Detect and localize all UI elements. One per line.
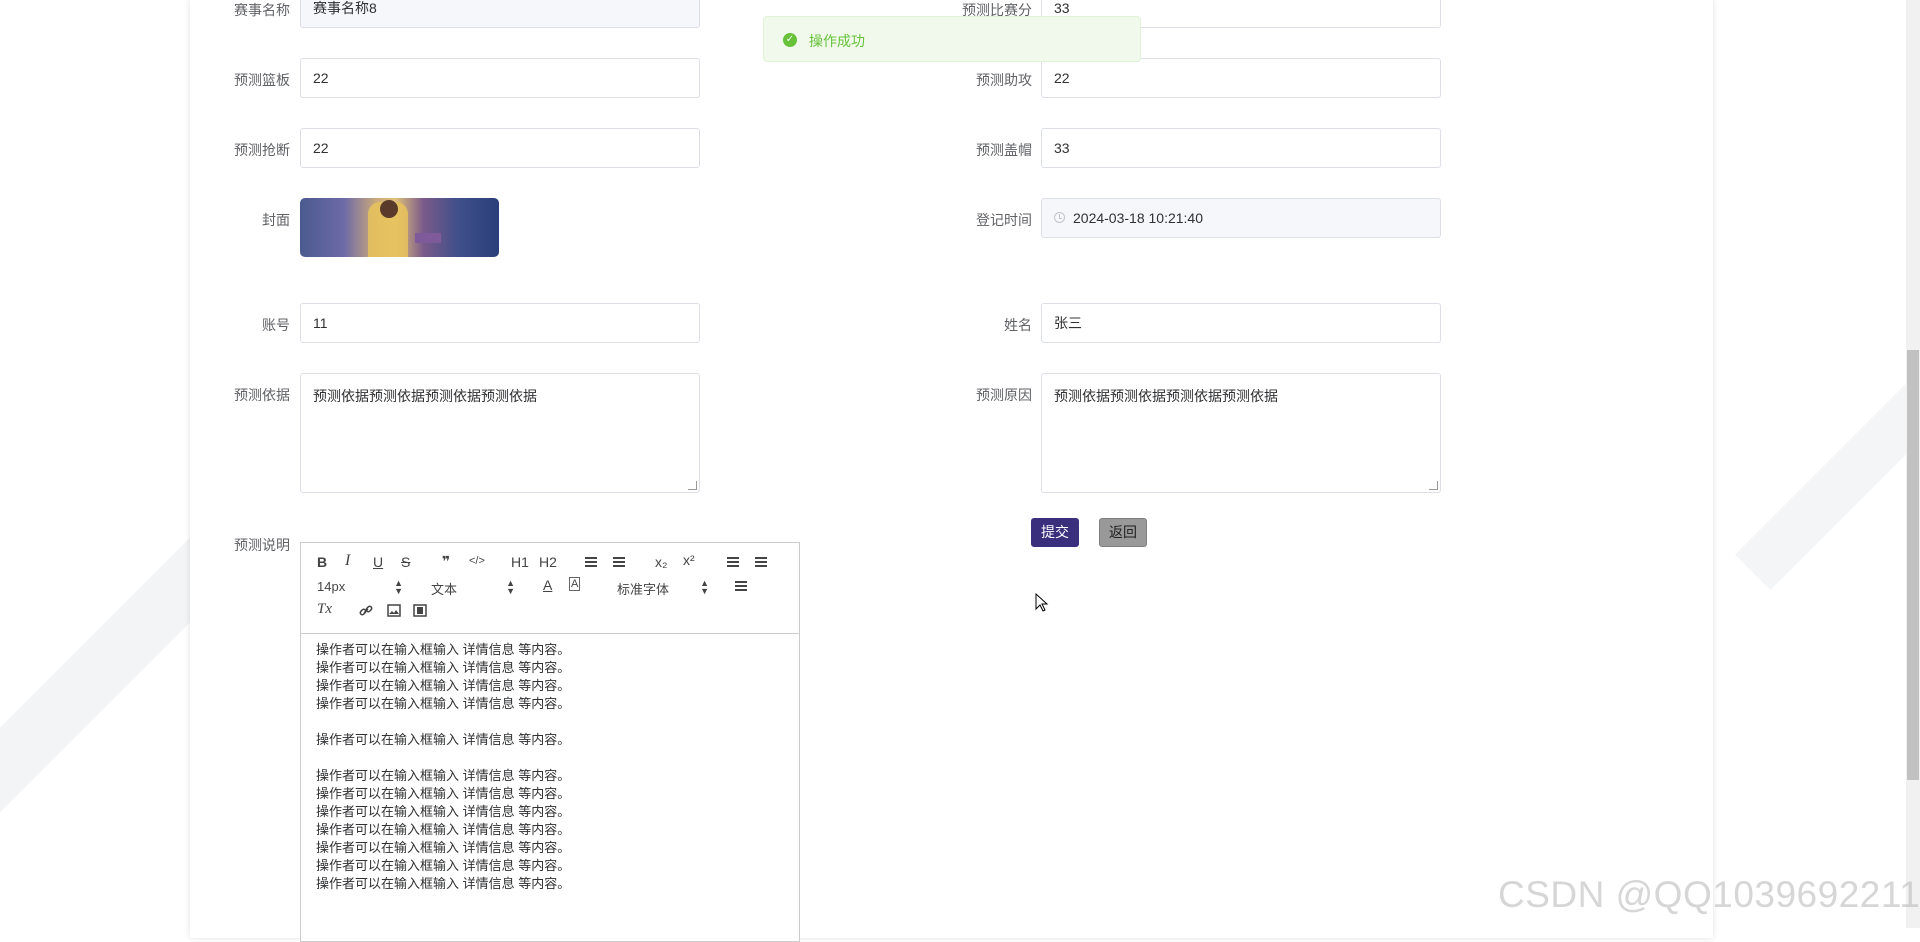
header-2-button[interactable]: H2 <box>539 554 557 570</box>
editor-line: 操作者可以在输入框输入 详情信息 等内容。 <box>316 840 571 855</box>
pred-steal-input[interactable]: 22 <box>300 128 700 168</box>
name-input[interactable]: 张三 <box>1041 303 1441 343</box>
font-size-picker[interactable]: 14px ▲ ▼ <box>317 578 403 596</box>
success-check-icon: ✓ <box>783 33 797 47</box>
strike-button[interactable]: S <box>401 554 410 570</box>
match-name-input[interactable]: 赛事名称8 <box>300 0 700 28</box>
match-name-label: 赛事名称 <box>234 2 290 18</box>
editor-line: 操作者可以在输入框输入 详情信息 等内容。 <box>316 858 571 873</box>
superscript-button[interactable]: x² <box>683 552 695 568</box>
cover-label: 封面 <box>262 212 290 228</box>
editor-line: 操作者可以在输入框输入 详情信息 等内容。 <box>316 696 571 711</box>
align-icon[interactable] <box>735 581 747 593</box>
font-size-value: 14px <box>317 579 346 594</box>
page-scrollbar-thumb[interactable] <box>1907 350 1919 780</box>
toast-message: 操作成功 <box>809 33 865 49</box>
pred-basis-textarea[interactable]: 预测依据预测依据预测依据预测依据 <box>300 373 700 493</box>
subscript-button[interactable]: x₂ <box>655 554 667 570</box>
bold-button[interactable]: B <box>317 554 327 570</box>
video-icon[interactable] <box>413 604 427 617</box>
editor-line: 操作者可以在输入框输入 详情信息 等内容。 <box>316 642 571 657</box>
register-time-input[interactable]: 2024-03-18 10:21:40 <box>1041 198 1441 238</box>
editor-toolbar: B I U S ❞ </> H1 H2 x₂ x² 14px ▲ ▼ 文本 ▲ ▼ … <box>301 543 799 634</box>
picker-arrows-icon: ▲ ▼ <box>506 578 515 596</box>
font-family-picker[interactable]: 标准字体 ▲ ▼ <box>617 579 709 598</box>
editor-line: 操作者可以在输入框输入 详情信息 等内容。 <box>316 678 571 693</box>
rich-text-editor: B I U S ❞ </> H1 H2 x₂ x² 14px ▲ ▼ 文本 ▲ ▼ … <box>300 542 800 942</box>
pred-reason-label: 预测原因 <box>976 387 1032 403</box>
image-icon[interactable] <box>387 604 401 617</box>
success-toast: ✓ 操作成功 <box>763 16 1141 62</box>
editor-content[interactable]: 操作者可以在输入框输入 详情信息 等内容。 操作者可以在输入框输入 详情信息 等内… <box>316 641 570 893</box>
underline-button[interactable]: U <box>373 554 383 570</box>
pred-desc-label: 预测说明 <box>234 537 290 553</box>
cover-jersey <box>415 233 441 243</box>
editor-line: 操作者可以在输入框输入 详情信息 等内容。 <box>316 768 571 783</box>
pred-reason-textarea[interactable]: 预测依据预测依据预测依据预测依据 <box>1041 373 1441 493</box>
account-label: 账号 <box>262 317 290 333</box>
clock-icon <box>1054 212 1065 223</box>
picker-arrows-icon: ▲ ▼ <box>700 578 709 596</box>
pred-assist-label: 预测助攻 <box>976 72 1032 88</box>
background-color-button[interactable]: A <box>569 577 581 591</box>
blockquote-button[interactable]: ❞ <box>442 553 450 570</box>
cover-image[interactable] <box>300 198 499 257</box>
pred-rebound-input[interactable]: 22 <box>300 58 700 98</box>
bullet-list-icon[interactable] <box>613 557 625 569</box>
editor-line: 操作者可以在输入框输入 详情信息 等内容。 <box>316 660 571 675</box>
pred-basis-label: 预测依据 <box>234 387 290 403</box>
background-stripe <box>1735 300 1920 590</box>
header-picker[interactable]: 文本 ▲ ▼ <box>431 579 515 598</box>
outdent-icon[interactable] <box>727 557 739 569</box>
editor-line: 操作者可以在输入框输入 详情信息 等内容。 <box>316 876 571 891</box>
back-button[interactable]: 返回 <box>1099 518 1147 547</box>
pred-assist-input[interactable]: 22 <box>1041 58 1441 98</box>
link-icon[interactable] <box>359 604 373 618</box>
ordered-list-icon[interactable] <box>585 557 597 569</box>
picker-arrows-icon: ▲ ▼ <box>394 578 403 596</box>
submit-button[interactable]: 提交 <box>1031 518 1079 547</box>
pred-steal-label: 预测抢断 <box>234 142 290 158</box>
font-color-button[interactable]: A <box>543 577 552 593</box>
pred-reason-value: 预测依据预测依据预测依据预测依据 <box>1054 388 1278 404</box>
clean-format-button[interactable]: Tx <box>317 601 332 618</box>
editor-line: 操作者可以在输入框输入 详情信息 等内容。 <box>316 732 571 747</box>
name-label: 姓名 <box>1004 317 1032 333</box>
header-picker-value: 文本 <box>431 582 458 597</box>
pred-block-input[interactable]: 33 <box>1041 128 1441 168</box>
italic-button[interactable]: I <box>345 552 350 570</box>
pred-basis-value: 预测依据预测依据预测依据预测依据 <box>313 388 537 404</box>
pred-rebound-label: 预测篮板 <box>234 72 290 88</box>
editor-line: 操作者可以在输入框输入 详情信息 等内容。 <box>316 822 571 837</box>
register-time-value: 2024-03-18 10:21:40 <box>1073 210 1203 226</box>
indent-icon[interactable] <box>755 557 767 569</box>
editor-line: 操作者可以在输入框输入 详情信息 等内容。 <box>316 804 571 819</box>
account-input[interactable]: 11 <box>300 303 700 343</box>
editor-line: 操作者可以在输入框输入 详情信息 等内容。 <box>316 786 571 801</box>
resize-handle[interactable] <box>688 481 697 490</box>
header-1-button[interactable]: H1 <box>511 554 529 570</box>
pred-block-label: 预测盖帽 <box>976 142 1032 158</box>
code-block-button[interactable]: </> <box>469 555 485 567</box>
cover-figure-head <box>380 200 398 218</box>
watermark: CSDN @QQ1039692211 <box>1498 874 1920 915</box>
mouse-cursor-icon <box>1035 593 1049 612</box>
font-family-value: 标准字体 <box>617 582 670 597</box>
register-time-label: 登记时间 <box>976 212 1032 228</box>
resize-handle[interactable] <box>1429 481 1438 490</box>
